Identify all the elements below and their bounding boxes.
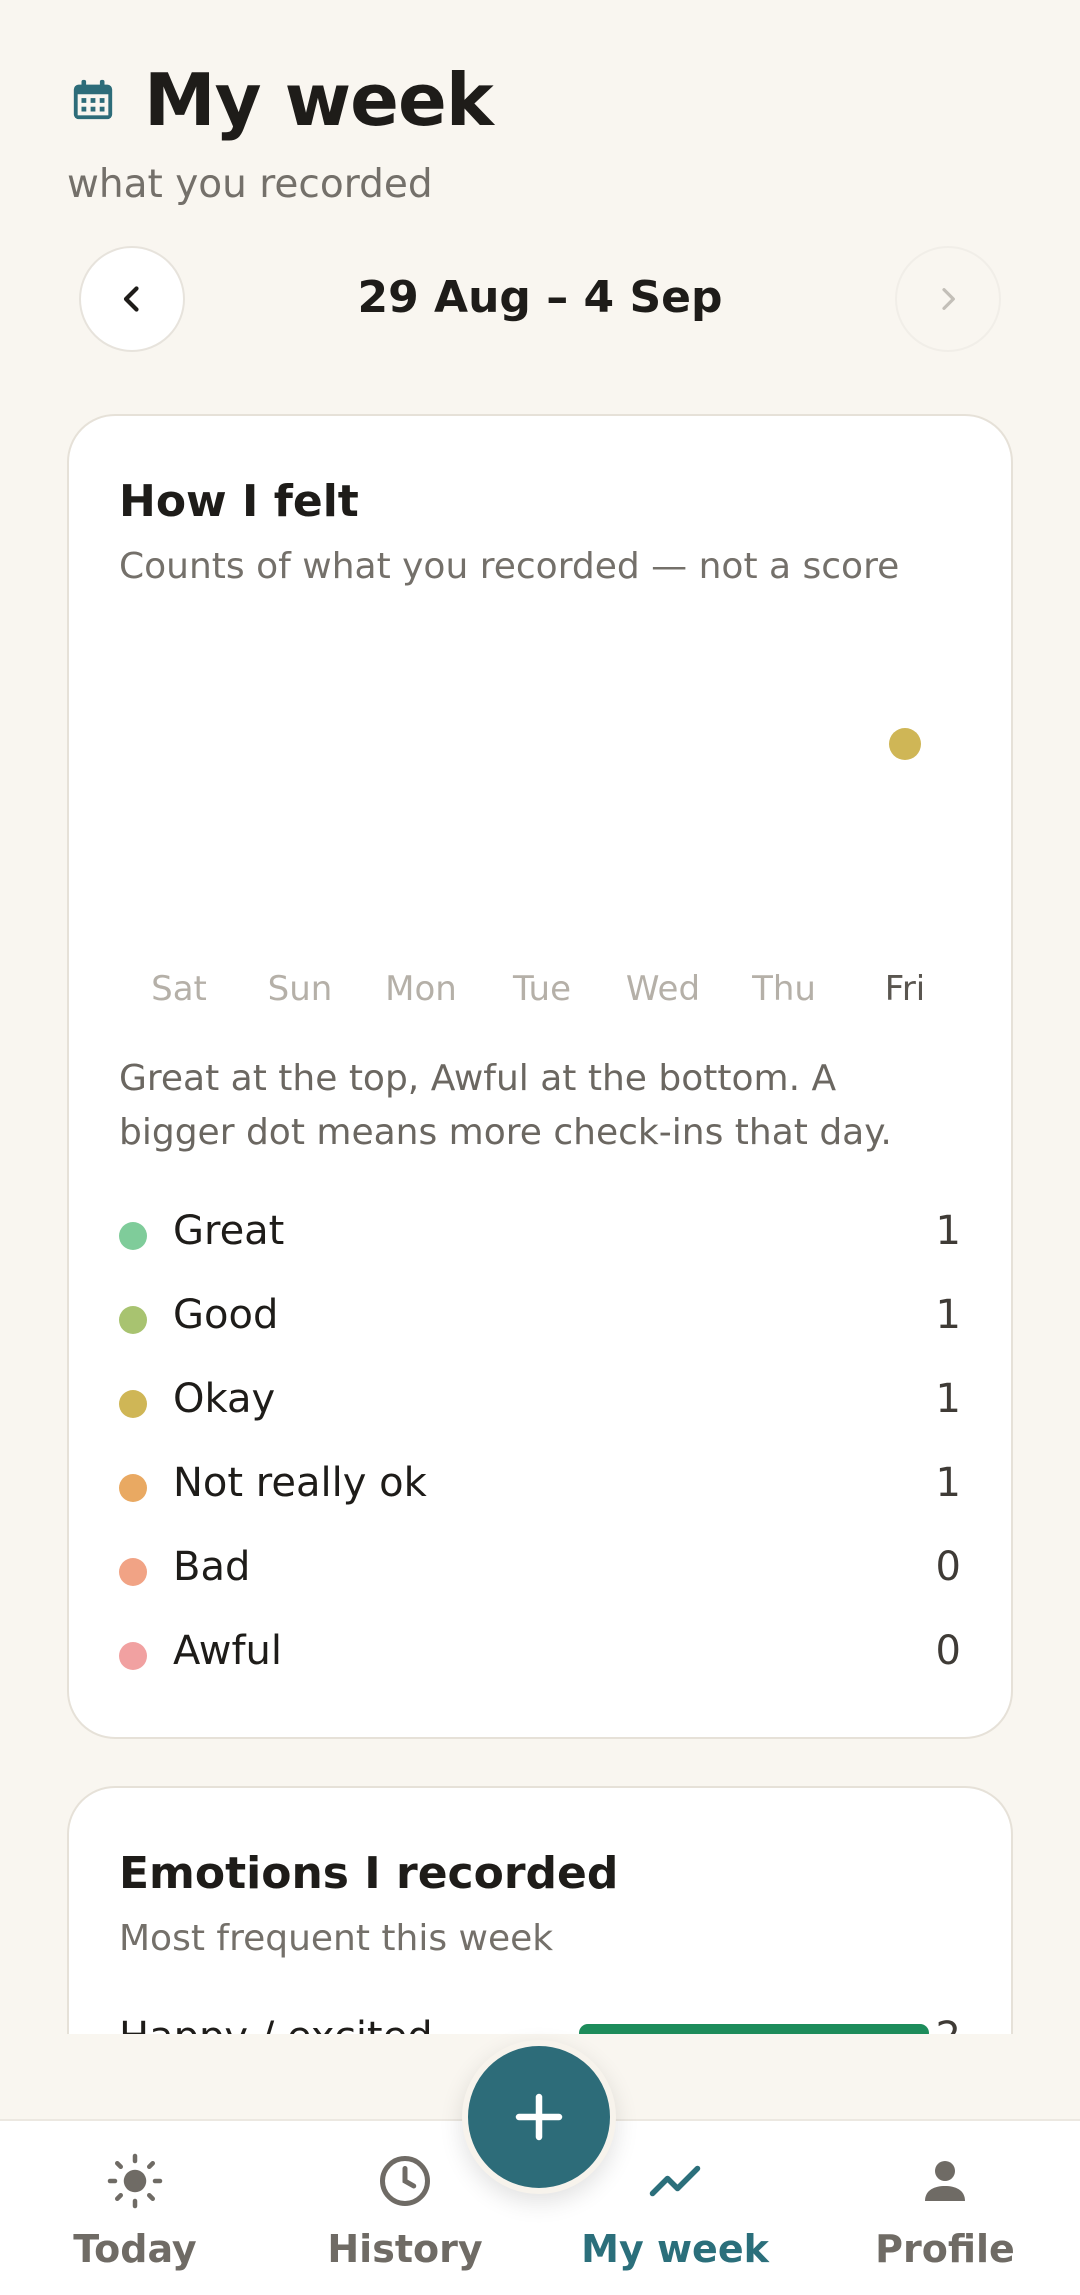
tab-label: Profile <box>875 2227 1015 2271</box>
mood-card-title: How I felt <box>119 476 359 527</box>
week-navigator: 29 Aug – 4 Sep <box>79 246 1001 354</box>
clock-icon <box>380 2156 430 2206</box>
legend-row-good: Good 1 <box>119 1290 961 1374</box>
legend-row-not-really-ok: Not really ok 1 <box>119 1458 961 1542</box>
chart-note: Great at the top, Awful at the bottom. A… <box>119 1058 892 1153</box>
legend-row-great: Great 1 <box>119 1206 961 1290</box>
legend-dot <box>119 1222 147 1250</box>
legend-row-bad: Bad 0 <box>119 1542 961 1626</box>
tab-label: History <box>327 2227 483 2271</box>
legend-label: Okay <box>173 1376 276 1422</box>
mood-card-subtitle: Counts of what you recorded — not a scor… <box>119 546 900 587</box>
legend-dot <box>119 1306 147 1334</box>
legend-count: 1 <box>935 1376 961 1422</box>
tab-label: Today <box>73 2227 197 2271</box>
tab-profile[interactable]: Profile <box>810 2121 1080 2295</box>
plus-icon <box>515 2093 563 2141</box>
trend-icon <box>649 2165 701 2197</box>
x-tick-label: Wed <box>626 969 700 1009</box>
legend-count: 1 <box>935 1460 961 1506</box>
page-title: My week <box>144 58 494 142</box>
legend-label: Great <box>173 1208 285 1254</box>
tab-today[interactable]: Today <box>0 2121 270 2295</box>
x-tick-label: Thu <box>751 969 816 1009</box>
legend-count: 1 <box>935 1208 961 1254</box>
emotions-card-title: Emotions I recorded <box>119 1848 619 1899</box>
legend-count: 0 <box>935 1628 961 1674</box>
page-subtitle: what you recorded <box>67 162 433 207</box>
person-icon <box>925 2161 965 2201</box>
add-entry-button[interactable] <box>462 2040 616 2194</box>
mood-chart: Sat Sun Mon Tue Wed Thu Fri <box>119 616 965 1016</box>
legend-dot <box>119 1474 147 1502</box>
emotions-card-subtitle: Most frequent this week <box>119 1918 554 1959</box>
x-tick-label: Mon <box>385 969 457 1009</box>
mood-chart-svg: Sat Sun Mon Tue Wed Thu Fri <box>151 728 926 1009</box>
mood-card: How I felt Counts of what you recorded —… <box>67 414 1013 1739</box>
legend-label: Bad <box>173 1544 251 1590</box>
legend-row-okay: Okay 1 <box>119 1374 961 1458</box>
legend-row-awful: Awful 0 <box>119 1626 961 1710</box>
tab-label: My week <box>581 2227 769 2271</box>
x-tick-label: Tue <box>512 969 571 1009</box>
legend-dot <box>119 1558 147 1586</box>
x-tick-label: Fri <box>885 969 926 1009</box>
week-range-label: 29 Aug – 4 Sep <box>357 272 723 323</box>
page-header: My week <box>70 58 494 142</box>
x-tick-label: Sat <box>151 969 207 1009</box>
legend-dot <box>119 1642 147 1670</box>
legend-dot <box>119 1390 147 1418</box>
legend-count: 1 <box>935 1292 961 1338</box>
sun-icon <box>107 2153 163 2209</box>
legend-label: Not really ok <box>173 1460 427 1506</box>
next-week-button[interactable] <box>895 246 1001 352</box>
legend-label: Good <box>173 1292 279 1338</box>
legend-label: Awful <box>173 1628 283 1674</box>
chevron-right-icon <box>942 288 955 310</box>
mood-legend: Great 1 Good 1 Okay 1 Not really ok 1 Ba… <box>119 1206 961 1710</box>
mood-point[interactable] <box>889 728 921 760</box>
legend-count: 0 <box>935 1544 961 1590</box>
calendar-icon <box>73 79 113 120</box>
x-tick-label: Sun <box>268 969 333 1009</box>
